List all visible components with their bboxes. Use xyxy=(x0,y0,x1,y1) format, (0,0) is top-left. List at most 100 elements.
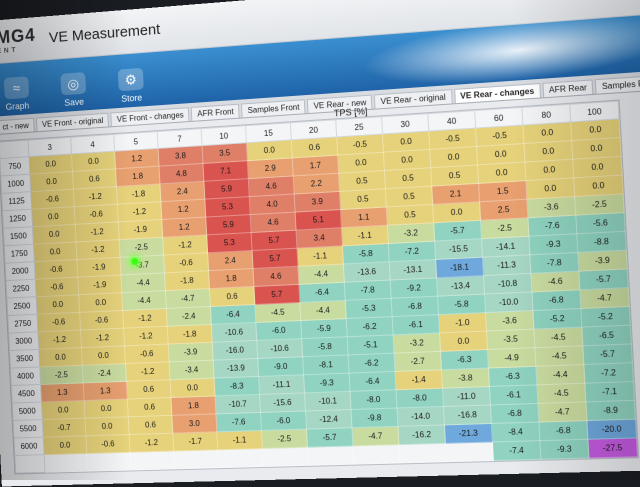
ve-cell[interactable]: -2.5 xyxy=(119,237,163,257)
ve-cell[interactable]: -10.6 xyxy=(211,322,256,342)
ve-cell[interactable]: -13.6 xyxy=(343,262,390,282)
ve-cell[interactable]: -9.3 xyxy=(304,373,350,393)
ve-cell[interactable]: 2.4 xyxy=(208,251,253,271)
tab-1[interactable]: VE Front - original xyxy=(36,113,109,132)
ve-cell[interactable]: -1.0 xyxy=(439,313,487,333)
ve-cell[interactable]: -8.0 xyxy=(350,390,397,410)
ve-cell[interactable]: -6.8 xyxy=(539,421,588,441)
ve-cell[interactable]: -16.0 xyxy=(212,340,257,360)
ve-cell[interactable] xyxy=(445,442,493,462)
ve-cell[interactable]: -1.9 xyxy=(77,257,121,277)
ve-cell[interactable]: -4.9 xyxy=(487,348,535,368)
ve-cell[interactable]: 0.0 xyxy=(43,436,87,455)
ve-cell[interactable]: 0.0 xyxy=(79,293,123,313)
ve-cell[interactable]: -3.7 xyxy=(120,255,164,275)
store-button[interactable]: ⚙ Store xyxy=(108,67,154,105)
ve-cell[interactable]: -2.4 xyxy=(166,306,211,326)
ve-cell[interactable]: -4.7 xyxy=(580,288,629,309)
ve-cell[interactable]: -6.3 xyxy=(488,366,536,386)
ve-cell[interactable]: -9.2 xyxy=(390,278,437,298)
ve-cell[interactable]: -1.2 xyxy=(163,235,208,255)
ve-cell[interactable]: -0.6 xyxy=(164,253,209,273)
ve-cell[interactable]: 0.0 xyxy=(85,417,129,436)
ve-cell[interactable]: -3.8 xyxy=(441,368,489,388)
ve-cell[interactable]: 5.3 xyxy=(207,233,252,253)
ve-cell[interactable]: -4.4 xyxy=(536,364,585,384)
ve-cell[interactable] xyxy=(44,453,88,472)
tab-8[interactable]: AFR Rear xyxy=(542,79,594,97)
ve-cell[interactable]: -7.8 xyxy=(530,252,579,273)
ve-cell[interactable]: -1.9 xyxy=(78,275,122,295)
ve-cell[interactable]: -7.6 xyxy=(216,412,261,431)
graph-button[interactable]: ≈ Graph xyxy=(0,76,39,113)
ve-cell[interactable]: -0.6 xyxy=(37,312,81,331)
ve-cell[interactable]: 1.3 xyxy=(41,383,85,402)
tab-7[interactable]: VE Rear - changes xyxy=(454,83,541,103)
ve-cell[interactable]: -21.3 xyxy=(444,423,492,443)
ve-cell[interactable]: -10.6 xyxy=(257,339,303,359)
ve-cell[interactable]: -5.3 xyxy=(345,298,392,318)
ve-cell[interactable]: -0.6 xyxy=(86,434,130,453)
ve-cell[interactable]: 0.6 xyxy=(126,380,171,399)
ve-cell[interactable]: -7.8 xyxy=(344,280,391,300)
ve-cell[interactable]: -5.8 xyxy=(438,294,486,314)
ve-cell[interactable]: -6.1 xyxy=(489,385,537,405)
ve-cell[interactable]: -16.2 xyxy=(398,425,445,445)
ve-cell[interactable]: -10.0 xyxy=(484,292,532,313)
ve-cell[interactable] xyxy=(174,450,219,469)
ve-cell[interactable]: 0.0 xyxy=(41,401,85,420)
ve-cell[interactable]: -6.3 xyxy=(441,350,489,370)
ve-cell[interactable]: -6.2 xyxy=(348,353,395,373)
ve-cell[interactable] xyxy=(307,446,353,465)
ve-cell[interactable]: -1.2 xyxy=(125,362,170,381)
ve-cell[interactable]: 0.0 xyxy=(32,224,76,244)
ve-cell[interactable]: -15.6 xyxy=(260,393,306,413)
ve-cell[interactable]: -4.4 xyxy=(122,291,166,311)
ve-cell[interactable]: -6.0 xyxy=(260,411,306,430)
tab-2[interactable]: VE Front - changes xyxy=(111,107,190,126)
ve-cell[interactable]: -1.4 xyxy=(395,370,442,390)
ve-cell[interactable]: -5.6 xyxy=(576,213,625,234)
ve-cell[interactable]: -9.8 xyxy=(351,408,398,428)
ve-cell[interactable]: 0.0 xyxy=(36,295,80,315)
ve-cell[interactable] xyxy=(87,452,131,471)
ve-cell[interactable]: -2.4 xyxy=(82,364,126,383)
ve-cell[interactable]: -8.8 xyxy=(577,231,626,252)
ve-cell[interactable]: -2.5 xyxy=(40,365,84,384)
ve-cell[interactable]: -14.1 xyxy=(482,236,530,257)
ve-cell[interactable]: -4.7 xyxy=(538,402,587,422)
ve-cell[interactable]: -5.1 xyxy=(347,335,394,355)
ve-cell[interactable]: -7.2 xyxy=(584,363,634,383)
ve-cell[interactable]: -6.4 xyxy=(349,371,396,391)
ve-cell[interactable]: -13.4 xyxy=(437,276,485,297)
ve-cell[interactable]: 5.7 xyxy=(254,284,300,304)
ve-cell[interactable]: -12.4 xyxy=(306,410,352,430)
ve-cell[interactable]: -1.2 xyxy=(75,222,119,242)
ve-cell[interactable]: -6.1 xyxy=(392,315,439,335)
ve-cell[interactable]: -0.6 xyxy=(80,310,124,330)
ve-cell[interactable]: 0.0 xyxy=(84,399,128,418)
save-button[interactable]: ◎ Save xyxy=(51,71,97,108)
ve-cell[interactable]: -16.8 xyxy=(443,405,491,425)
ve-cell[interactable]: -1.9 xyxy=(118,219,162,239)
ve-cell[interactable]: -4.5 xyxy=(534,327,583,348)
ve-cell[interactable]: -0.6 xyxy=(125,344,170,364)
ve-cell[interactable]: 1.3 xyxy=(83,381,127,400)
ve-cell[interactable]: -6.0 xyxy=(256,321,302,341)
ve-cell[interactable]: -1.2 xyxy=(129,433,174,452)
ve-cell[interactable]: -6.4 xyxy=(210,304,255,324)
ve-cell[interactable]: -9.3 xyxy=(540,439,589,459)
ve-cell[interactable]: -20.0 xyxy=(587,419,637,439)
ve-cell[interactable]: -3.2 xyxy=(387,223,434,244)
ve-cell[interactable]: -10.8 xyxy=(483,273,531,294)
tab-6[interactable]: VE Rear - original xyxy=(374,89,452,108)
ve-cell[interactable]: 5.7 xyxy=(252,248,298,268)
ve-cell[interactable]: -5.7 xyxy=(306,428,352,447)
ve-cell[interactable]: -4.4 xyxy=(121,273,165,293)
ve-cell[interactable]: -4.5 xyxy=(535,346,584,366)
ve-cell[interactable]: -4.4 xyxy=(300,300,346,320)
ve-cell[interactable]: -0.6 xyxy=(34,260,78,280)
ve-cell[interactable]: -10.1 xyxy=(305,391,351,411)
ve-cell[interactable] xyxy=(353,445,400,465)
ve-cell[interactable]: -1.1 xyxy=(297,246,343,266)
